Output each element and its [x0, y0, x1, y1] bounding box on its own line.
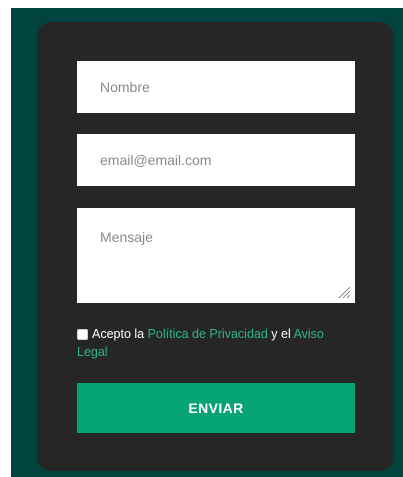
privacy-policy-link[interactable]: Política de Privacidad — [148, 327, 268, 341]
name-input[interactable] — [77, 61, 355, 113]
consent-middle: y el — [267, 327, 294, 341]
contact-form-card: Acepto la Política de Privacidad y el Av… — [37, 22, 394, 471]
message-textarea[interactable] — [77, 208, 355, 303]
consent-prefix: Acepto la — [92, 327, 148, 341]
resize-grip-icon[interactable] — [337, 285, 351, 299]
consent-row: Acepto la Política de Privacidad y el Av… — [77, 325, 357, 361]
email-input[interactable] — [77, 134, 355, 186]
submit-button[interactable]: ENVIAR — [77, 383, 355, 433]
consent-checkbox[interactable] — [77, 329, 88, 340]
